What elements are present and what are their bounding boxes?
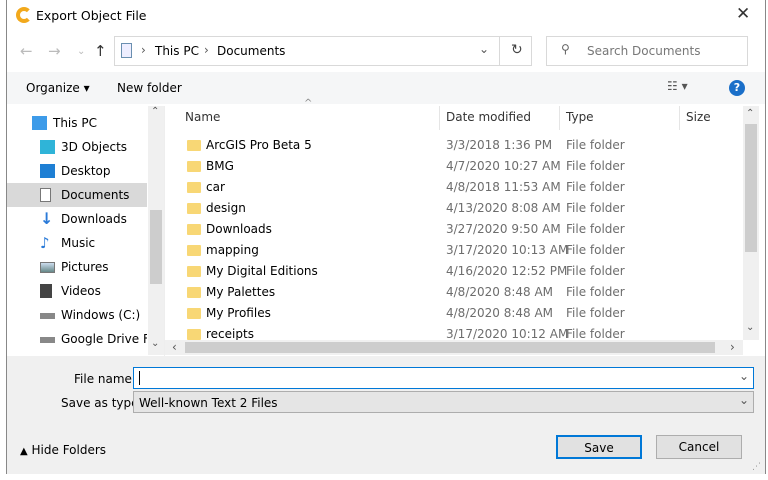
file-type: File folder — [566, 243, 625, 257]
file-date: 3/17/2020 10:12 AM — [446, 327, 569, 341]
file-date: 4/13/2020 8:08 AM — [446, 201, 561, 215]
scroll-down-icon[interactable]: ⌄ — [746, 322, 754, 333]
folder-icon — [187, 203, 201, 214]
resize-grip-icon[interactable]: ⋰ — [752, 462, 761, 472]
file-row[interactable]: My Digital Editions 4/16/2020 12:52 PM F… — [165, 261, 743, 282]
file-list-vertical-scrollbar[interactable]: ⌃ ⌄ — [743, 106, 759, 340]
save-type-value: Well-known Text 2 Files — [139, 396, 278, 410]
file-name-input[interactable]: ⌄ — [133, 367, 754, 389]
hide-folders-button[interactable]: ▲ Hide Folders — [20, 443, 106, 457]
file-name: car — [206, 180, 225, 194]
folder-icon — [187, 182, 201, 193]
file-name: design — [206, 201, 246, 215]
scroll-left-icon[interactable]: ‹ — [172, 340, 177, 354]
file-list-horizontal-scrollbar[interactable]: ‹ › — [165, 340, 743, 355]
file-name: Downloads — [206, 222, 272, 236]
file-row[interactable]: Downloads 3/27/2020 9:50 AM File folder — [165, 219, 743, 240]
folder-icon — [187, 329, 201, 340]
file-type: File folder — [566, 180, 625, 194]
file-type: File folder — [566, 222, 625, 236]
file-row[interactable]: design 4/13/2020 8:08 AM File folder — [165, 198, 743, 219]
chevron-down-icon[interactable]: ⌄ — [739, 369, 749, 383]
file-type: File folder — [566, 327, 625, 341]
file-name: receipts — [206, 327, 254, 341]
file-type: File folder — [566, 285, 625, 299]
file-row[interactable]: ArcGIS Pro Beta 5 3/3/2018 1:36 PM File … — [165, 135, 743, 156]
cancel-button[interactable]: Cancel — [656, 435, 742, 459]
save-button[interactable]: Save — [556, 435, 642, 459]
file-row[interactable]: My Palettes 4/8/2020 8:48 AM File folder — [165, 282, 743, 303]
file-date: 3/3/2018 1:36 PM — [446, 138, 553, 152]
file-type: File folder — [566, 138, 625, 152]
chevron-down-icon[interactable]: ⌄ — [739, 393, 749, 407]
file-list: ArcGIS Pro Beta 5 3/3/2018 1:36 PM File … — [0, 0, 768, 341]
chevron-up-icon: ▲ — [20, 446, 28, 457]
file-date: 4/7/2020 10:27 AM — [446, 159, 561, 173]
folder-icon — [187, 266, 201, 277]
file-row[interactable]: car 4/8/2018 11:53 AM File folder — [165, 177, 743, 198]
folder-icon — [187, 287, 201, 298]
file-date: 3/17/2020 10:13 AM — [446, 243, 569, 257]
file-type: File folder — [566, 159, 625, 173]
file-name: My Digital Editions — [206, 264, 318, 278]
file-row[interactable]: mapping 3/17/2020 10:13 AM File folder — [165, 240, 743, 261]
file-type: File folder — [566, 306, 625, 320]
file-row[interactable]: BMG 4/7/2020 10:27 AM File folder — [165, 156, 743, 177]
file-date: 4/8/2018 11:53 AM — [446, 180, 561, 194]
file-row[interactable]: My Profiles 4/8/2020 8:48 AM File folder — [165, 303, 743, 324]
save-type-select[interactable]: Well-known Text 2 Files ⌄ — [133, 391, 754, 413]
file-name: My Palettes — [206, 285, 276, 299]
file-date: 4/16/2020 12:52 PM — [446, 264, 568, 278]
scrollbar-thumb[interactable] — [745, 124, 757, 252]
folder-icon — [187, 140, 201, 151]
save-type-label: Save as type: — [61, 396, 143, 410]
folder-icon — [187, 308, 201, 319]
file-name: My Profiles — [206, 306, 271, 320]
scroll-up-icon[interactable]: ⌃ — [746, 108, 754, 119]
text-cursor — [139, 371, 140, 385]
file-name: BMG — [206, 159, 234, 173]
file-date: 4/8/2020 8:48 AM — [446, 285, 554, 299]
folder-icon — [187, 161, 201, 172]
file-name: ArcGIS Pro Beta 5 — [206, 138, 312, 152]
file-row[interactable]: receipts 3/17/2020 10:12 AM File folder — [165, 324, 743, 341]
file-date: 4/8/2020 8:48 AM — [446, 306, 554, 320]
file-name-label: File name: — [74, 372, 136, 386]
file-date: 3/27/2020 9:50 AM — [446, 222, 561, 236]
scrollbar-thumb[interactable] — [185, 342, 715, 353]
file-name: mapping — [206, 243, 259, 257]
file-type: File folder — [566, 201, 625, 215]
hide-folders-label: Hide Folders — [31, 443, 107, 457]
folder-icon — [187, 224, 201, 235]
file-type: File folder — [566, 264, 625, 278]
scroll-right-icon[interactable]: › — [730, 340, 735, 354]
folder-icon — [187, 245, 201, 256]
